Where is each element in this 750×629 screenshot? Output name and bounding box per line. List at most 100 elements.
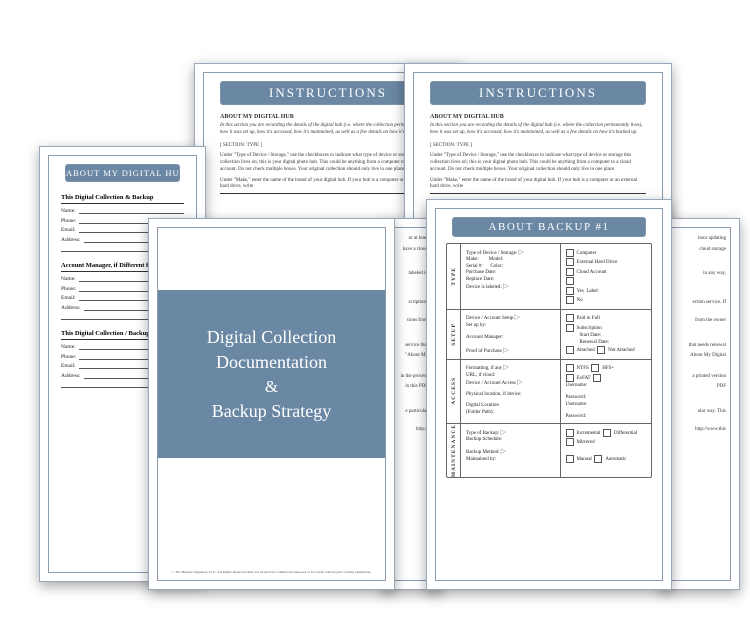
- opt: ExFAT: [577, 376, 591, 381]
- opt: Differential: [614, 431, 637, 436]
- label: Backup Schedule:: [466, 437, 555, 442]
- checkbox[interactable]: [566, 277, 574, 285]
- fragment: in the process: [396, 372, 428, 383]
- checkbox[interactable]: [566, 438, 574, 446]
- checkbox[interactable]: [591, 364, 599, 372]
- opt: Mirrored: [577, 440, 595, 445]
- cover-line2: Documentation: [158, 352, 385, 373]
- checkbox[interactable]: [566, 429, 574, 437]
- fragment: ular way. This: [674, 407, 726, 418]
- fragment: e particular: [396, 407, 428, 418]
- tab-type: TYPE: [451, 267, 457, 286]
- arrow-icon: ▷: [504, 363, 509, 371]
- label: Device is labeled:: [466, 285, 502, 290]
- label-phone: Phone:: [61, 218, 76, 224]
- fragment: PDF: [674, 382, 726, 393]
- label: Device / Account Setup: [466, 316, 513, 321]
- checkbox[interactable]: [593, 374, 601, 382]
- fragment: cloud storage: [674, 245, 726, 256]
- heading-about-hub: ABOUT MY DIGITAL HUB: [430, 113, 646, 121]
- arrow-icon: ▷: [501, 447, 506, 455]
- label: Username:: [566, 383, 646, 388]
- fragment: "About My: [396, 351, 428, 362]
- fragment: ection service. If: [674, 298, 726, 309]
- page-strip-right: hour updating cloud storage in any way, …: [660, 218, 740, 590]
- label: Formatting, if any: [466, 366, 502, 371]
- label: Username:: [566, 402, 646, 407]
- cover-amp: &: [158, 377, 385, 397]
- fragment: About My Digital: [674, 351, 726, 362]
- label: Type of Device / Storage:: [466, 251, 517, 256]
- label-phone: Phone:: [61, 286, 76, 292]
- section-label: [ SECTION: TYPE ]: [430, 143, 646, 150]
- page-about-backup: ABOUT BACKUP #1 TYPE Type of Device / St…: [426, 199, 672, 590]
- para-make: Under "Make," enter the name of the bran…: [430, 178, 646, 192]
- label-address: Address:: [61, 237, 81, 243]
- opt: Computer: [577, 251, 597, 256]
- label: Physical location, if device:: [466, 392, 555, 397]
- label-email: Email:: [61, 227, 76, 233]
- label: Device / Account Access: [466, 381, 516, 386]
- label-name: Name:: [61, 208, 76, 214]
- fragment: from the owner: [674, 316, 726, 327]
- checkbox[interactable]: [566, 374, 574, 382]
- opt: HFS+: [602, 366, 614, 371]
- opt: Subscription: [577, 326, 602, 331]
- fragment: http://: [396, 425, 428, 436]
- banner-instructions: INSTRUCTIONS: [430, 81, 646, 105]
- opt: Not Attached: [608, 348, 635, 353]
- tab-access: ACCESS: [451, 377, 457, 405]
- label: Proof of Purchase: [466, 349, 502, 354]
- checkbox[interactable]: [597, 346, 605, 354]
- fragment: service that: [396, 341, 428, 352]
- checkbox[interactable]: [566, 364, 574, 372]
- input-line[interactable]: [79, 206, 184, 214]
- checkbox[interactable]: [566, 296, 574, 304]
- checkbox[interactable]: [594, 455, 602, 463]
- fragment: that needs renewal: [674, 341, 726, 352]
- checkbox[interactable]: [566, 346, 574, 354]
- arrow-icon: ▷: [515, 313, 520, 321]
- fragment: or at least: [396, 234, 428, 245]
- checkbox[interactable]: [566, 314, 574, 322]
- opt: No: [577, 298, 583, 303]
- opt: Label:: [586, 289, 599, 294]
- opt: Cloud Account: [577, 270, 607, 275]
- checkbox[interactable]: [566, 268, 574, 276]
- label-name: Name:: [61, 344, 76, 350]
- fragment: in any way,: [674, 269, 726, 280]
- checkbox[interactable]: [566, 324, 574, 332]
- para-type: Under "Type of Device / Storage," use th…: [430, 153, 646, 173]
- checkbox[interactable]: [566, 258, 574, 266]
- fragment: in this PDF: [396, 382, 428, 393]
- label: Make:: [466, 257, 479, 262]
- opt: Paid in Full: [577, 316, 600, 321]
- checkbox[interactable]: [566, 287, 574, 295]
- tab-setup: SETUP: [451, 323, 457, 346]
- opt: External Hard Drive: [577, 260, 618, 265]
- banner-backup: ABOUT BACKUP #1: [452, 217, 646, 237]
- fragment: hour updating: [674, 234, 726, 245]
- opt: NTFS: [577, 366, 589, 371]
- document-spread: INSTRUCTIONS ABOUT MY DIGITAL HUB In thi…: [0, 0, 750, 629]
- label-address: Address:: [61, 373, 81, 379]
- section-owner: This Digital Collection & Backup: [61, 194, 184, 204]
- label: Renewal Date:: [566, 340, 646, 345]
- checkbox[interactable]: [566, 455, 574, 463]
- checkbox[interactable]: [566, 249, 574, 257]
- label: Type of Backup:: [466, 431, 499, 436]
- arrow-icon: ▷: [503, 282, 508, 290]
- intro-text: In this section you are recording the de…: [430, 123, 646, 137]
- opt: Manual: [577, 457, 592, 462]
- checkbox[interactable]: [603, 429, 611, 437]
- label: (Folder Path):: [466, 410, 555, 415]
- opt: Automatic: [605, 457, 626, 462]
- label-email: Email:: [61, 363, 76, 369]
- arrow-icon: ▷: [519, 248, 524, 256]
- arrow-icon: ▷: [503, 346, 508, 354]
- fragment: a printed version: [674, 372, 726, 383]
- label-name: Name:: [61, 276, 76, 282]
- fragment: labeled in: [396, 269, 428, 280]
- label: Set up by:: [466, 323, 555, 328]
- label: Password:: [566, 395, 646, 400]
